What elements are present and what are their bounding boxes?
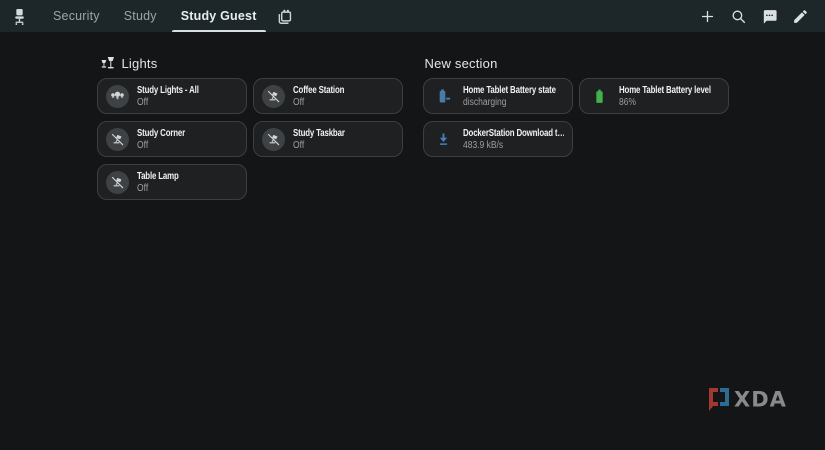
card-title: Study Taskbar [292,126,345,139]
card-state: Off [136,139,148,151]
xda-logo: XDA [704,385,796,418]
section-title: New section [424,55,498,71]
lamp-off-icon [105,127,129,151]
lamps-icon [99,54,115,73]
section-title: Lights [121,55,158,71]
card-title: Home Tablet Battery level [618,83,711,96]
card-table-lamp[interactable]: Table Lamp Off [96,164,247,200]
battery-discharging-icon [432,85,455,108]
card-home-tablet-battery-level[interactable]: Home Tablet Battery level 86% [578,78,729,114]
card-home-tablet-battery-state[interactable]: Home Tablet Battery state discharging [422,78,573,114]
battery-full-icon [588,85,611,108]
card-title: Home Tablet Battery state [462,83,556,96]
tab-label: Study [123,9,157,23]
card-title: Study Corner [136,126,185,139]
lamp-off-icon [105,170,129,194]
lights-card-grid: Study Lights - All Off Coffee Station Of… [96,78,403,200]
card-state: Off [136,96,148,108]
pencil-icon[interactable] [792,8,809,25]
card-state: Off [136,182,148,194]
xda-logo-text: XDA [734,388,787,412]
new-section-card-grid: Home Tablet Battery state discharging Ho… [422,78,729,157]
section-lights: Lights Study Lights - All Off Coffee Sta… [96,54,403,200]
tab-label: Security [53,9,100,23]
active-tab-indicator [171,30,266,32]
card-state: Off [292,139,304,151]
lightbulb-group-icon [105,84,129,108]
xda-bracket-left [709,388,718,411]
view-tabs: Security Study Study Guest [41,0,269,32]
lamp-off-icon [261,127,285,151]
tab-security[interactable]: Security [41,0,112,32]
card-title: DockerStation Download t… [462,126,564,139]
card-state: 86% [618,96,636,108]
card-study-taskbar[interactable]: Study Taskbar Off [252,121,403,157]
card-title: Table Lamp [136,169,179,182]
windows-overlap-icon[interactable] [275,7,294,26]
chat-bubble-icon[interactable] [761,8,778,25]
card-study-lights-all[interactable]: Study Lights - All Off [96,78,247,114]
toolbar-actions [699,8,815,25]
card-state: Off [292,96,304,108]
card-coffee-station[interactable]: Coffee Station Off [252,78,403,114]
card-title: Coffee Station [292,83,344,96]
card-dockerstation-download[interactable]: DockerStation Download t… 483.9 kB/s [422,121,573,157]
card-state: 483.9 kB/s [462,139,503,151]
section-new-section: New section Home Tablet Battery state di… [422,54,729,200]
lamp-off-icon [261,84,285,108]
office-chair-icon[interactable] [10,7,29,26]
card-study-corner[interactable]: Study Corner Off [96,121,247,157]
section-lights-header: Lights [99,54,403,72]
tab-study[interactable]: Study [112,0,169,32]
card-state: discharging [462,96,506,108]
search-icon[interactable] [730,8,747,25]
download-icon [432,128,455,151]
plus-icon[interactable] [699,8,716,25]
card-title: Study Lights - All [136,83,199,96]
tab-study-guest[interactable]: Study Guest [169,0,269,32]
xda-bracket-right [720,388,729,406]
section-new-section-header: New section [425,54,729,72]
dashboard-view: Lights Study Lights - All Off Coffee Sta… [0,32,825,200]
top-toolbar: Security Study Study Guest [0,0,825,32]
tab-label: Study Guest [180,9,257,23]
